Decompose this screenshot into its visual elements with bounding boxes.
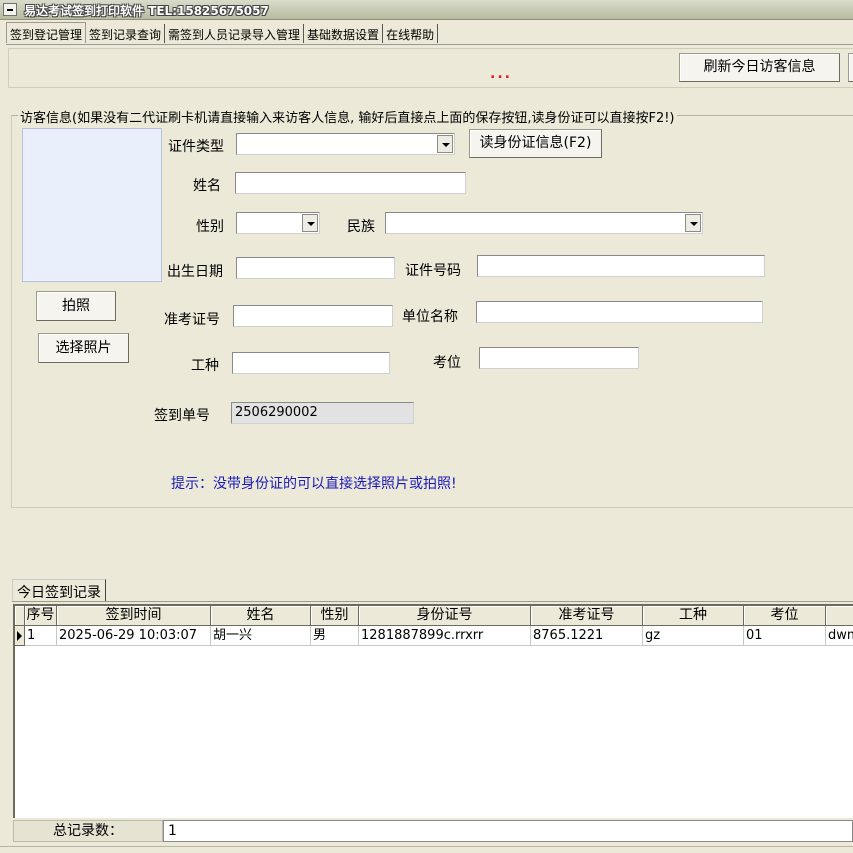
main-tabs: 签到登记管理 签到记录查询 需签到人员记录导入管理 基础数据设置 在线帮助 xyxy=(6,22,439,44)
column-header[interactable]: 考位 xyxy=(744,606,826,626)
title-bar: 易达考试签到打印软件 TEL:15825675057 xyxy=(0,0,853,20)
column-header[interactable]: 姓名 xyxy=(211,606,311,626)
column-header[interactable] xyxy=(826,606,853,626)
id-number-input[interactable] xyxy=(477,255,765,277)
table-cell[interactable]: 01 xyxy=(744,626,826,646)
table-cell[interactable]: 胡一兴 xyxy=(211,626,311,646)
tab-today-records[interactable]: 今日签到记录 xyxy=(12,579,106,601)
id-number-label: 证件号码 xyxy=(405,263,461,279)
visitor-info-legend: 访客信息(如果没有二代证刷卡机请直接输入来访客人信息, 输好后直接点上面的保存按… xyxy=(18,107,677,126)
tab-online-help[interactable]: 在线帮助 xyxy=(383,24,439,43)
column-header[interactable]: 性别 xyxy=(311,606,359,626)
id-type-select[interactable] xyxy=(236,133,455,155)
name-label: 姓名 xyxy=(193,178,221,194)
admission-no-label: 准考证号 xyxy=(164,312,220,328)
table-cell[interactable]: dwm xyxy=(826,626,853,646)
table-cell[interactable]: gz xyxy=(643,626,744,646)
unit-name-label: 单位名称 xyxy=(402,309,458,325)
gender-label: 性别 xyxy=(196,219,224,235)
job-type-label: 工种 xyxy=(191,358,219,374)
refresh-visitors-button[interactable]: 刷新今日访客信息 xyxy=(679,53,840,82)
table-cell[interactable]: 8765.1221 xyxy=(531,626,643,646)
seat-label: 考位 xyxy=(433,355,461,371)
total-records-value: 1 xyxy=(163,820,853,842)
column-header[interactable]: 工种 xyxy=(643,606,744,626)
job-type-input[interactable] xyxy=(232,352,390,374)
gender-select[interactable] xyxy=(236,212,320,234)
birth-date-input[interactable] xyxy=(236,257,395,279)
tab-divider xyxy=(6,44,853,45)
status-divider xyxy=(0,846,853,847)
checkin-no-field: 2506290002 xyxy=(231,402,414,424)
partial-button[interactable] xyxy=(848,53,853,82)
chevron-down-icon[interactable] xyxy=(302,214,318,232)
photo-preview xyxy=(22,128,162,282)
system-menu-icon[interactable] xyxy=(3,3,17,16)
column-header[interactable]: 身份证号 xyxy=(359,606,531,626)
take-photo-button[interactable]: 拍照 xyxy=(36,291,116,321)
chevron-down-icon[interactable] xyxy=(437,135,453,153)
ethnicity-label: 民族 xyxy=(347,219,375,235)
column-header[interactable]: 序号 xyxy=(25,606,57,626)
current-row-arrow-icon xyxy=(15,626,25,646)
read-id-card-button[interactable]: 读身份证信息(F2) xyxy=(469,129,602,158)
column-header[interactable]: 准考证号 xyxy=(531,606,643,626)
chevron-down-icon[interactable] xyxy=(685,214,701,232)
table-header: 序号 签到时间 姓名 性别 身份证号 准考证号 工种 考位 xyxy=(15,606,853,626)
table-cell[interactable]: 1 xyxy=(25,626,57,646)
column-header[interactable]: 签到时间 xyxy=(57,606,211,626)
table-cell[interactable]: 男 xyxy=(311,626,359,646)
row-indicator-header xyxy=(15,606,25,626)
birth-date-label: 出生日期 xyxy=(167,264,223,280)
window-title: 易达考试签到打印软件 TEL:15825675057 xyxy=(24,4,269,18)
total-records-label: 总记录数： xyxy=(13,820,163,842)
table-row[interactable]: 1 2025-06-29 10:03:07 胡一兴 男 1281887899c.… xyxy=(15,626,853,646)
tab-import-management[interactable]: 需签到人员记录导入管理 xyxy=(165,24,305,43)
checkin-no-label: 签到单号 xyxy=(154,408,210,424)
table-cell[interactable]: 1281887899c.rrxrr xyxy=(359,626,531,646)
tip-text: 提示：没带身份证的可以直接选择照片或拍照! xyxy=(171,476,457,492)
records-footer: 总记录数： 1 xyxy=(13,820,853,842)
ethnicity-select[interactable] xyxy=(385,212,703,234)
name-input[interactable] xyxy=(235,172,466,194)
records-table[interactable]: 序号 签到时间 姓名 性别 身份证号 准考证号 工种 考位 1 2025-06-… xyxy=(13,604,853,818)
unit-name-input[interactable] xyxy=(476,301,763,323)
loading-indicator: ... xyxy=(490,66,512,82)
subtab-divider xyxy=(12,601,853,602)
tab-checkin-management[interactable]: 签到登记管理 xyxy=(6,22,87,43)
choose-photo-button[interactable]: 选择照片 xyxy=(38,333,129,363)
id-type-label: 证件类型 xyxy=(168,139,224,155)
seat-input[interactable] xyxy=(479,347,639,369)
admission-no-input[interactable] xyxy=(233,305,393,327)
tab-basic-data[interactable]: 基础数据设置 xyxy=(304,24,384,43)
table-cell[interactable]: 2025-06-29 10:03:07 xyxy=(57,626,211,646)
tab-record-query[interactable]: 签到记录查询 xyxy=(86,24,166,43)
